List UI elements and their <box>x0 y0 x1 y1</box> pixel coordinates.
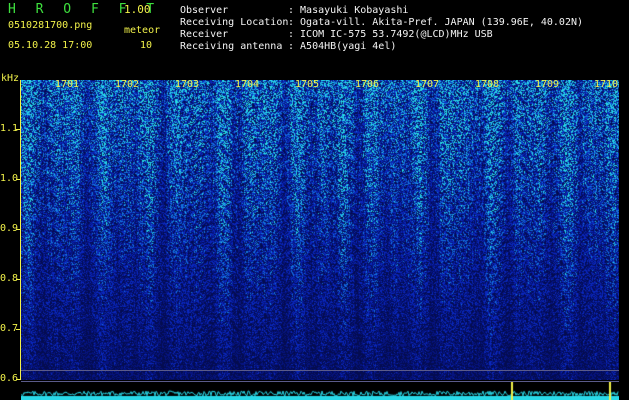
signal-level-trace <box>21 382 619 400</box>
app-version: 1.00 <box>124 3 151 16</box>
antenna-value: : A504HB(yagi 4el) <box>288 41 397 52</box>
freq-unit-label: kHz <box>1 73 20 84</box>
minute-label: 1710 <box>594 79 619 90</box>
freq-tick <box>16 229 21 230</box>
location-value: : Ogata-vill. Akita-Pref. JAPAN (139.96E… <box>288 17 584 28</box>
freq-tick <box>16 379 21 380</box>
meteor-count: 10 <box>140 40 153 51</box>
receiver-label: Receiver <box>180 29 229 40</box>
reference-line <box>21 370 619 371</box>
freq-tick <box>16 179 21 180</box>
minute-label: 1705 <box>295 79 320 90</box>
date-time: 05.10.28 17:00 <box>8 40 93 51</box>
spectrogram-canvas <box>21 80 619 380</box>
freq-tick <box>16 129 21 130</box>
antenna-label: Receiving antenna <box>180 41 283 52</box>
minute-label: 1701 <box>55 79 80 90</box>
freq-axis-line <box>20 80 21 380</box>
minute-label: 1702 <box>115 79 140 90</box>
spectrogram <box>21 80 619 380</box>
observer-label: Observer <box>180 5 229 16</box>
freq-tick <box>16 329 21 330</box>
freq-tick <box>16 279 21 280</box>
observer-value: : Masayuki Kobayashi <box>288 5 409 16</box>
receiver-value: : ICOM IC-575 53.7492(@LCD)MHz USB <box>288 29 493 40</box>
minute-label: 1708 <box>475 79 500 90</box>
file-name: 0510281700.png <box>8 20 93 31</box>
minute-label: 1703 <box>175 79 200 90</box>
mode-label: meteor <box>124 25 161 36</box>
minute-label: 1709 <box>535 79 560 90</box>
minute-label: 1706 <box>355 79 380 90</box>
minute-label: 1704 <box>235 79 260 90</box>
minute-label: 1707 <box>415 79 440 90</box>
location-label: Receiving Location <box>180 17 289 28</box>
